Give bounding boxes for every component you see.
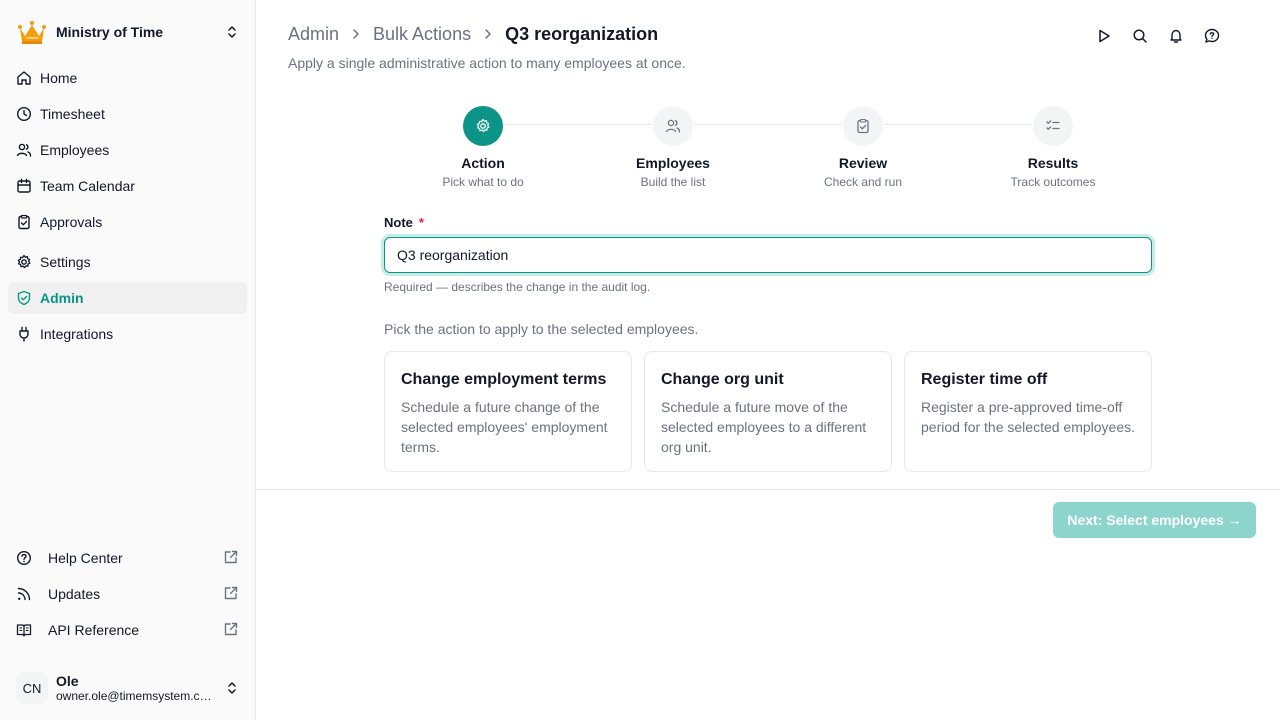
sidebar-item-label: Timesheet [40,106,105,122]
user-email: owner.ole@timemsystem.com [56,689,216,703]
shield-check-icon [16,290,32,306]
page-title: Q3 reorganization [505,23,659,44]
avatar: CN [16,672,48,704]
sidebar-item-team-calendar[interactable]: Team Calendar [8,170,247,202]
step-name: Results [1027,155,1079,171]
sidebar-item-settings[interactable]: Settings [8,246,247,278]
chevrons-up-down-icon [224,24,240,40]
action-card-change-org-unit[interactable]: Change org unit Schedule a future move o… [644,351,892,472]
crown-logo-icon [16,16,48,48]
external-link-icon [223,621,239,640]
org-name: Ministry of Time [56,24,164,40]
action-instructions: Pick the action to apply to the selected… [384,321,699,337]
action-card-change-employment-terms[interactable]: Change employment terms Schedule a futur… [384,351,632,472]
chevron-right-icon [347,28,365,40]
sidebar-item-label: Settings [40,254,91,270]
note-label-text: Note [384,215,413,230]
external-link-icon [223,585,239,604]
gear-icon [16,254,32,270]
external-link-icon [223,549,239,568]
sidebar-item-label: Integrations [40,326,114,342]
step-action[interactable]: Action Pick what to do [388,106,578,189]
action-cards: Change employment terms Schedule a futur… [384,351,1152,472]
list-checks-icon [1033,106,1073,146]
user-name: Ole [56,673,79,689]
card-description: Register a pre-approved time-off period … [921,399,1136,435]
rss-icon [16,586,32,602]
org-switcher[interactable]: Ministry of Time [16,16,240,48]
chevrons-up-down-icon [224,680,240,696]
chevron-right-icon [479,28,497,40]
sidebar-item-label: Team Calendar [40,178,135,194]
step-name: Employees [636,155,710,171]
sidebar-item-home[interactable]: Home [8,62,247,94]
bell-icon[interactable] [1164,24,1188,48]
action-card-register-time-off[interactable]: Register time off Register a pre-approve… [904,351,1152,472]
user-menu[interactable]: CN Ole owner.ole@timemsystem.com [16,668,240,708]
play-icon[interactable] [1092,24,1116,48]
note-helper-text: Required — describes the change in the a… [384,280,651,294]
message-help-icon[interactable] [1200,24,1224,48]
step-desc: Pick what to do [442,175,524,189]
sidebar-footer-links: Help Center Updates API Reference [8,542,247,650]
users-icon [16,142,32,158]
book-icon [16,622,32,638]
clipboard-check-icon [843,106,883,146]
help-circle-icon [16,550,32,566]
sidebar-item-label: Admin [40,290,84,306]
card-title: Change employment terms [401,371,607,388]
sidebar-item-label: Home [40,70,78,86]
plug-icon [16,326,32,342]
footer-divider [256,489,1280,490]
step-review[interactable]: Review Check and run [768,106,958,189]
note-label: Note * [384,215,424,230]
step-desc: Build the list [640,175,706,189]
note-input[interactable] [384,237,1152,273]
main-nav: Home Timesheet Employees Team Calendar A… [8,62,247,354]
card-title: Register time off [921,371,1048,388]
sidebar-item-approvals[interactable]: Approvals [8,206,247,238]
gear-icon [463,106,503,146]
sidebar-item-label: Approvals [40,214,103,230]
step-name: Review [838,155,888,171]
help-center-link[interactable]: Help Center [8,542,247,574]
updates-link[interactable]: Updates [8,578,247,610]
home-icon [16,70,32,86]
sidebar-item-admin[interactable]: Admin [8,282,247,314]
sidebar-item-integrations[interactable]: Integrations [8,318,247,350]
card-description: Schedule a future change of the selected… [401,399,608,455]
search-icon[interactable] [1128,24,1152,48]
step-desc: Track outcomes [1010,175,1096,189]
wizard-stepper: Action Pick what to do Employees Build t… [388,106,1148,196]
api-reference-label: API Reference [48,622,140,638]
help-center-label: Help Center [48,550,123,566]
sidebar-item-timesheet[interactable]: Timesheet [8,98,247,130]
sidebar-item-label: Employees [40,142,110,158]
page-subtitle: Apply a single administrative action to … [288,55,686,71]
card-title: Change org unit [661,371,784,388]
next-button[interactable]: Next: Select employees → [1053,502,1256,538]
updates-label: Updates [48,586,101,602]
breadcrumb: Admin Bulk Actions Q3 reorganization [288,22,658,46]
sidebar: Ministry of Time Home Timesheet Employee… [0,0,256,720]
clipboard-check-icon [16,214,32,230]
step-name: Action [461,155,505,171]
user-info: Ole owner.ole@timemsystem.com [56,673,224,703]
header-toolbar [1092,24,1236,48]
users-icon [653,106,693,146]
card-description: Schedule a future move of the selected e… [661,399,867,455]
sidebar-item-employees[interactable]: Employees [8,134,247,166]
api-reference-link[interactable]: API Reference [8,614,247,646]
required-mark: * [418,215,424,230]
step-employees[interactable]: Employees Build the list [578,106,768,189]
step-results[interactable]: Results Track outcomes [958,106,1148,189]
clock-icon [16,106,32,122]
breadcrumb-admin[interactable]: Admin [288,24,339,45]
breadcrumb-bulk-actions[interactable]: Bulk Actions [373,24,471,45]
calendar-icon [16,178,32,194]
step-desc: Check and run [823,175,903,189]
